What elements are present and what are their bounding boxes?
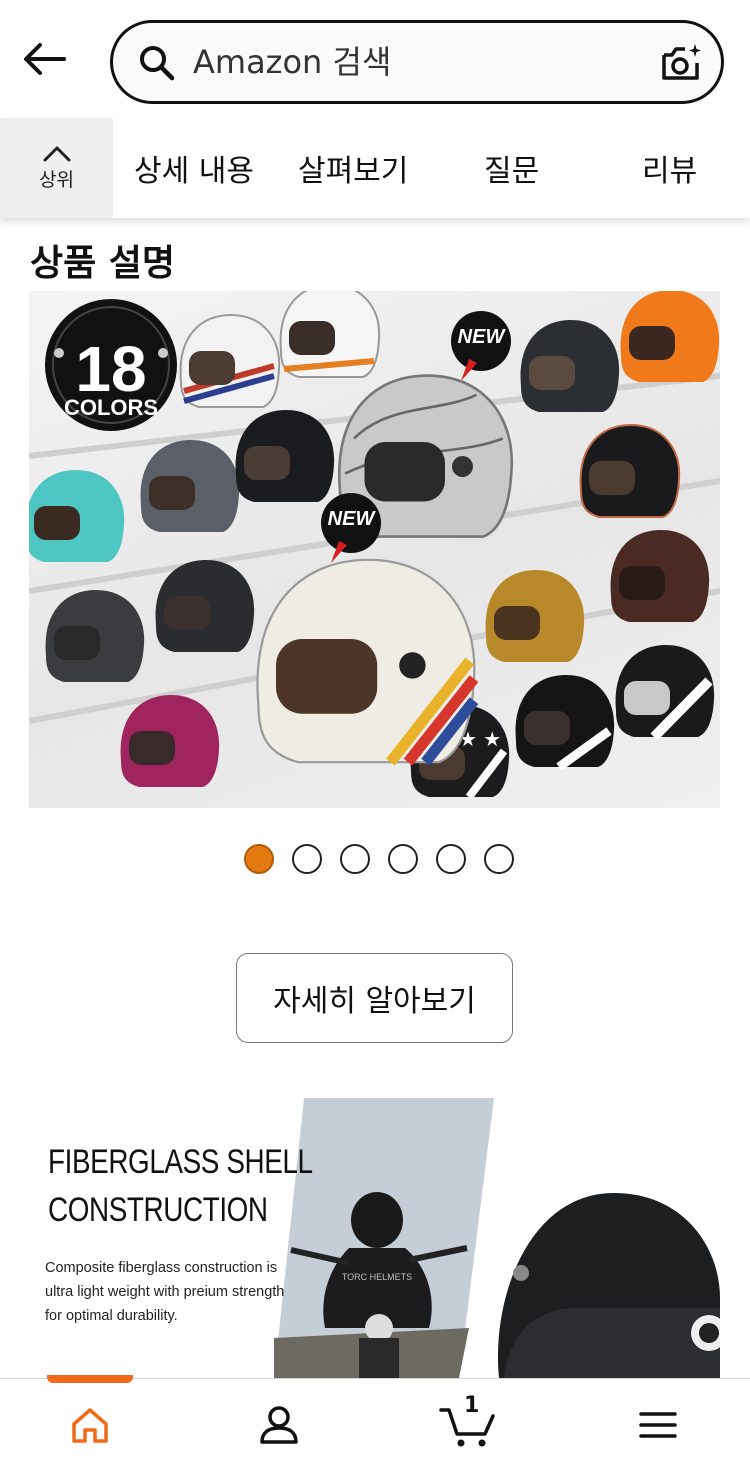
nav-cart[interactable]: 1 (436, 1393, 500, 1451)
tab-reviews[interactable]: 리뷰 (642, 146, 697, 190)
promo-title: FIBERGLASS SHELL CONSTRUCTION (48, 1138, 313, 1234)
chevron-up-icon (43, 146, 70, 161)
cart-count: 1 (464, 1393, 480, 1418)
carousel-dot-6[interactable] (484, 844, 514, 874)
scroll-top-button[interactable]: 상위 (0, 118, 113, 218)
back-button[interactable] (18, 36, 70, 82)
tab-details[interactable]: 상세 내용 (134, 146, 254, 190)
rider-jacket-text: TORC HELMETS (342, 1272, 412, 1282)
promo-title-line1: FIBERGLASS SHELL (48, 1143, 313, 1181)
colors-badge: 18 COLORS (45, 299, 177, 431)
search-icon (140, 46, 175, 81)
top-header (0, 0, 750, 118)
nav-home[interactable] (60, 1399, 120, 1451)
camera-search-icon[interactable] (659, 41, 703, 85)
badge-colors-text: COLORS (64, 395, 158, 420)
new-badge-center: NEW (321, 493, 381, 563)
product-description-heading: 상품 설명 (30, 243, 176, 284)
promo-title-line2: CONSTRUCTION (48, 1191, 268, 1229)
arrow-left-icon (24, 43, 66, 75)
carousel-dot-4[interactable] (388, 844, 418, 874)
new-badge-text: NEW (458, 326, 507, 348)
learn-more-button[interactable]: 자세히 알아보기 (236, 953, 513, 1043)
carousel-dot-2[interactable] (292, 844, 322, 874)
tab-questions[interactable]: 질문 (484, 146, 539, 190)
carousel-dot-1[interactable] (244, 844, 274, 874)
search-input[interactable] (193, 39, 653, 85)
nav-menu[interactable] (628, 1399, 688, 1451)
home-icon (72, 1408, 108, 1443)
fiberglass-promo-image: TORC HELMETS FIBERGLASS SHELL CONSTRUCTI… (29, 1098, 720, 1378)
promo-description: Composite fiberglass construction is ult… (45, 1260, 285, 1324)
active-tab-indicator (47, 1375, 133, 1383)
new-badge-top: NEW (451, 311, 511, 381)
carousel-pagination (244, 844, 514, 876)
product-image-carousel[interactable]: ★ ★ 18 COLORS NEW NEW (29, 291, 720, 808)
search-bar[interactable] (110, 20, 724, 104)
section-tabs: 상위 상세 내용 살펴보기 질문 리뷰 (0, 118, 750, 218)
carousel-dot-5[interactable] (436, 844, 466, 874)
helmet-collection-image: ★ ★ 18 COLORS NEW NEW (29, 291, 720, 800)
nav-account[interactable] (249, 1399, 309, 1451)
carousel-dot-3[interactable] (340, 844, 370, 874)
bottom-navigation: 1 (0, 1375, 750, 1470)
scroll-top-label: 상위 (39, 168, 74, 191)
account-icon (260, 1406, 298, 1444)
menu-icon (639, 1412, 677, 1438)
tab-explore[interactable]: 살펴보기 (298, 146, 408, 190)
new-badge-text: NEW (328, 508, 377, 530)
